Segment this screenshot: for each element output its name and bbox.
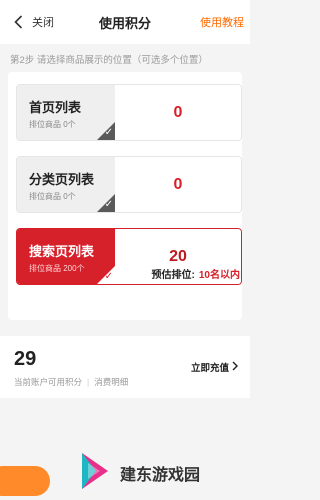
checkmark-icon: ✓ — [97, 122, 115, 140]
option-label-block: 分类页列表 排位商品 0个 ✓ — [17, 157, 115, 212]
step-instruction: 第2步 请选择商品展示的位置（可选多个位置） — [10, 55, 208, 66]
points-description: 当前账户可用积分 | 消费明细 — [14, 376, 128, 388]
chevron-right-icon — [232, 361, 238, 374]
estimate-value: 10名以内 — [198, 270, 240, 281]
estimate-label: 预估排位: — [151, 270, 195, 281]
bottom-action-button[interactable] — [0, 466, 50, 496]
option-points-input[interactable]: 0 — [115, 85, 241, 140]
checkmark-icon: ✓ — [97, 266, 115, 284]
separator: | — [87, 377, 90, 387]
available-points: 29 — [14, 348, 37, 370]
recharge-label: 立即充值 — [190, 363, 229, 374]
watermark-text: 建东游戏园 — [120, 467, 201, 484]
recharge-button[interactable]: 立即充值 — [191, 360, 238, 374]
option-name: 分类页列表 — [29, 172, 95, 187]
chevron-left-icon — [10, 12, 26, 32]
checkmark-icon: ✓ — [97, 194, 115, 212]
option-label-block: 首页列表 排位商品 0个 ✓ — [17, 85, 115, 140]
points-card: 29 当前账户可用积分 | 消费明细 立即充值 — [0, 336, 250, 398]
close-label: 关闭 — [32, 17, 54, 29]
option-points-input[interactable]: 0 — [115, 157, 241, 212]
estimate-rank: 预估排位: 10名以内 — [152, 266, 240, 281]
play-triangle-logo-icon — [78, 451, 112, 496]
close-button[interactable]: 关闭 — [10, 12, 54, 32]
tutorial-link[interactable]: 使用教程 — [200, 14, 244, 30]
option-name: 首页列表 — [29, 100, 82, 115]
page-title: 使用积分 — [98, 15, 151, 31]
watermark: 建东游戏园 — [78, 446, 250, 500]
option-home-list[interactable]: 首页列表 排位商品 0个 ✓ 0 — [16, 84, 242, 141]
option-label-block: 搜索页列表 排位商品 200个 ✓ — [17, 229, 115, 284]
header-bar: 关闭 使用积分 使用教程 — [0, 0, 250, 44]
points-desc-label: 当前账户可用积分 — [14, 377, 83, 387]
option-name: 搜索页列表 — [29, 244, 95, 259]
placement-panel: 首页列表 排位商品 0个 ✓ 0 分类页列表 排位商品 0个 ✓ 0 搜索页列表… — [8, 72, 242, 320]
consumption-detail-link[interactable]: 消费明细 — [94, 376, 128, 388]
option-category-list[interactable]: 分类页列表 排位商品 0个 ✓ 0 — [16, 156, 242, 213]
